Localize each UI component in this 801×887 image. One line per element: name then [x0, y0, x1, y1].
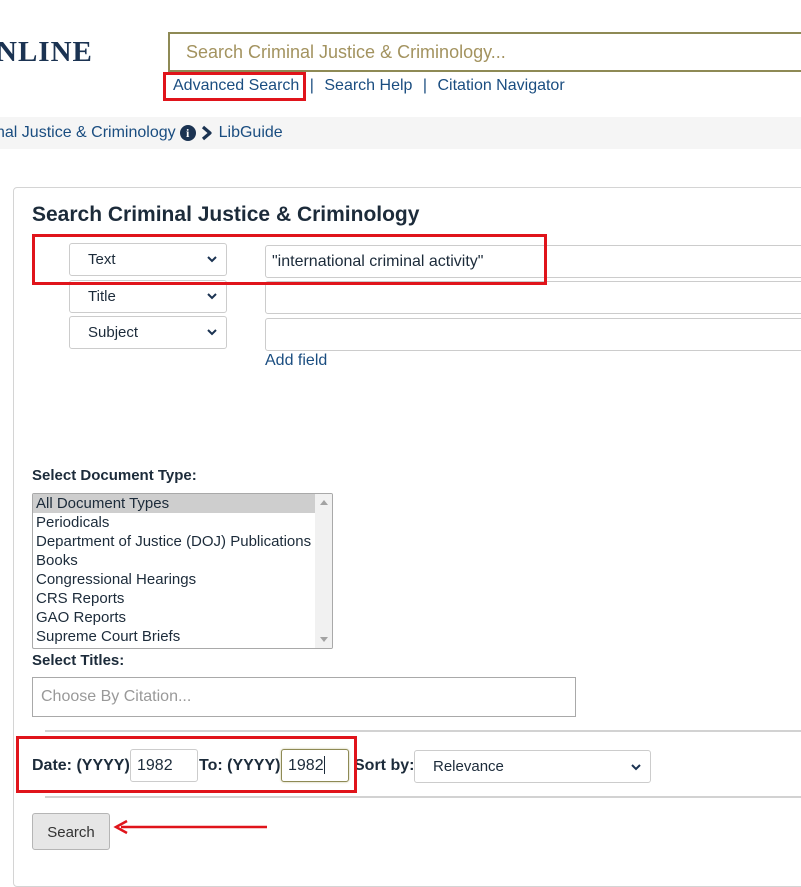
- page-title: Search Criminal Justice & Criminology: [32, 203, 420, 226]
- sort-label: Sort by:: [354, 757, 415, 774]
- search-help-link[interactable]: Search Help: [324, 77, 412, 94]
- search-term-input-row-2[interactable]: [265, 281, 801, 314]
- chevron-down-icon: [631, 764, 641, 771]
- link-separator: |: [309, 77, 314, 94]
- breadcrumb-libguide[interactable]: LibGuide: [219, 124, 283, 142]
- doc-type-option[interactable]: All Document Types: [33, 494, 316, 513]
- divider: [45, 730, 801, 732]
- search-term-input-row-3[interactable]: [265, 318, 801, 351]
- citation-navigator-link[interactable]: Citation Navigator: [437, 77, 564, 94]
- global-search-box[interactable]: [168, 32, 801, 72]
- field-select-value: Title: [88, 288, 116, 305]
- add-field-link[interactable]: Add field: [265, 352, 327, 370]
- doc-type-option[interactable]: Supreme Court Briefs: [33, 627, 316, 646]
- annotation-highlight-date-range: [16, 736, 357, 793]
- doc-type-option[interactable]: Books: [33, 551, 316, 570]
- annotation-arrow-icon: [113, 819, 267, 835]
- chevron-down-icon: [207, 329, 217, 336]
- sort-select[interactable]: Relevance: [414, 750, 651, 783]
- listbox-scrollbar[interactable]: [315, 494, 332, 648]
- titles-label: Select Titles:: [32, 652, 125, 669]
- doc-type-option[interactable]: CRS Reports: [33, 589, 316, 608]
- field-select-value: Subject: [88, 324, 139, 341]
- scroll-down-icon[interactable]: [320, 637, 328, 642]
- site-logo[interactable]: NLINE: [0, 36, 93, 69]
- field-select-row-3[interactable]: Subject: [69, 316, 227, 349]
- annotation-highlight-advanced-search: [163, 72, 306, 101]
- global-search-input[interactable]: [170, 34, 801, 70]
- annotation-highlight-text-row: [32, 234, 547, 285]
- doc-type-option[interactable]: Congressional Hearings: [33, 570, 316, 589]
- citation-input[interactable]: [33, 678, 575, 716]
- doc-type-option[interactable]: GAO Reports: [33, 608, 316, 627]
- scroll-up-icon[interactable]: [320, 500, 328, 505]
- citation-chooser[interactable]: [32, 677, 576, 717]
- sort-value: Relevance: [433, 758, 504, 775]
- search-button[interactable]: Search: [32, 813, 110, 850]
- link-separator: |: [422, 77, 428, 94]
- divider: [45, 796, 801, 798]
- chevron-down-icon: [207, 293, 217, 300]
- info-icon[interactable]: i: [179, 125, 196, 141]
- breadcrumb-collection[interactable]: nal Justice & Criminology: [0, 124, 176, 142]
- doc-type-option[interactable]: Periodicals: [33, 513, 316, 532]
- doc-type-option[interactable]: Department of Justice (DOJ) Publications: [33, 532, 316, 551]
- doc-type-listbox[interactable]: All Document Types Periodicals Departmen…: [32, 493, 333, 649]
- chevron-right-icon: [201, 125, 212, 141]
- breadcrumb: nal Justice & Criminology i LibGuide: [0, 124, 283, 142]
- doc-type-label: Select Document Type:: [32, 467, 197, 484]
